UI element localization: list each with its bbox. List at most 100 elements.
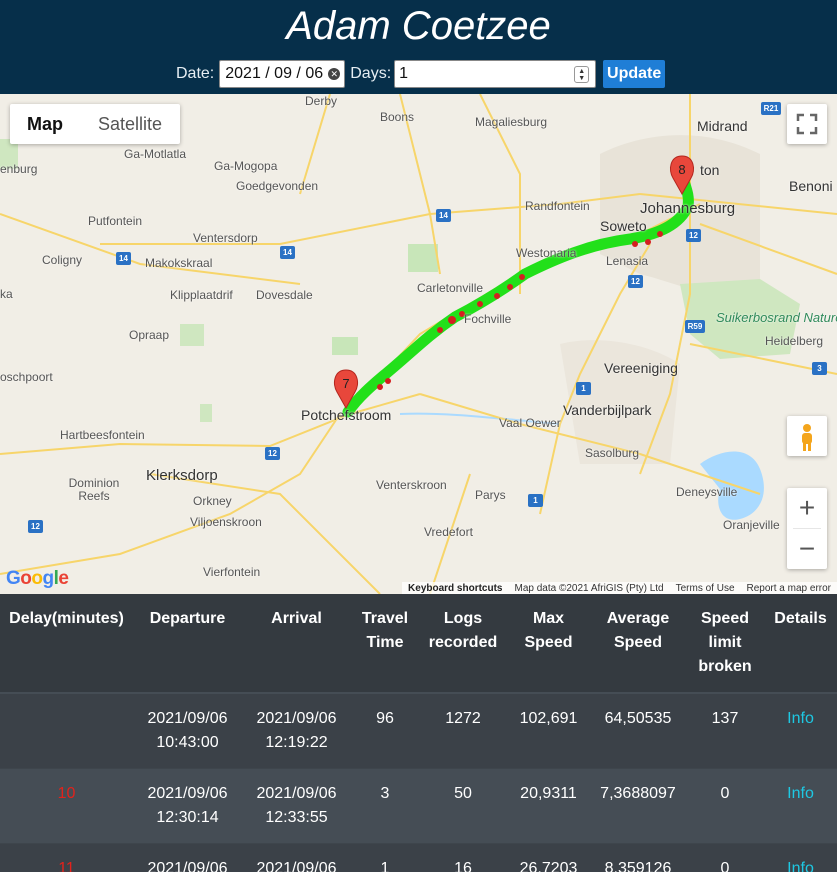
info-link[interactable]: Info [764,768,837,844]
place-label: Ga-Motlatla [124,147,187,161]
place-label: Klipplaatdrif [170,288,233,302]
max-speed-cell: 26,7203 [507,843,590,872]
trips-table-container: Delay(minutes) Departure Arrival Travel … [0,594,837,872]
date-value: 2021 / 09 / 06 [225,65,324,82]
map-attribution: Keyboard shortcuts Map data ©2021 AfriGI… [402,582,837,594]
date-input[interactable]: 2021 / 09 / 06 ✕ [219,60,346,88]
terms-link[interactable]: Terms of Use [670,583,741,594]
col-delay: Delay(minutes) [0,594,133,694]
page-title: Adam Coetzee [286,4,551,48]
logs-cell: 50 [419,768,507,844]
update-button[interactable]: Update [603,60,666,88]
average-speed-cell: 8,359126 [590,843,686,872]
place-label: Potchefstroom [301,407,392,423]
place-label: Dovesdale [256,288,313,302]
departure-cell: 2021/09/06 [133,843,242,872]
place-label: Midrand [697,118,748,134]
map-data-text: Map data ©2021 AfriGIS (Pty) Ltd [514,582,664,594]
road-shield: 1 [576,382,591,395]
place-label: Vereeniging [604,360,678,376]
info-link[interactable]: Info [764,843,837,872]
col-details: Details [764,594,837,694]
place-label: oschpoort [0,370,53,384]
place-label: Oranjeville [723,518,780,532]
col-average-speed: Average Speed [590,594,686,694]
road-shield: 14 [116,252,131,265]
park-area [332,337,358,355]
route-map[interactable]: 7 8 Derby Boons Magaliesburg Midrand Ga-… [0,94,837,594]
road-shield: 14 [280,246,295,259]
info-link[interactable]: Info [764,692,837,769]
place-label: ka [0,287,13,301]
place-label: Soweto [600,218,647,234]
speed-broken-cell: 0 [686,768,764,844]
place-label: Viljoenskroon [190,515,262,529]
place-label: Randfontein [525,199,590,213]
delay-cell: 11 [0,843,133,872]
place-label: Benoni [789,178,833,194]
place-label: Opraap [129,328,170,342]
place-label: Klerksdorp [146,467,218,484]
clear-date-icon[interactable]: ✕ [328,68,341,80]
col-arrival: Arrival [242,594,351,694]
travel-time-cell: 1 [351,843,419,872]
place-label: Vaal Oewer [499,416,561,430]
fullscreen-icon [796,113,818,135]
table-row: 10 2021/09/06 12:30:14 2021/09/06 12:33:55… [0,768,837,844]
place-label: enburg [0,162,38,176]
report-error-link[interactable]: Report a map error [741,583,837,594]
place-label: Ventersdorp [193,231,258,245]
place-label: Vredefort [424,525,473,539]
days-value: 1 [399,65,409,82]
zoom-out-button[interactable]: − [787,529,827,569]
road-shield: R21 [761,102,781,115]
filter-controls: Date: 2021 / 09 / 06 ✕ Days: 1 ▲ ▼ Update [176,60,666,88]
place-label: Coligny [42,253,83,267]
place-label: Sasolburg [585,446,640,460]
table-row: 11 2021/09/06 2021/09/06 1 16 26,7203 8,… [0,843,837,872]
date-label: Date: [176,65,215,82]
place-label: Makokskraal [145,256,213,270]
road-shield: 12 [265,447,280,460]
zoom-in-button[interactable]: + [787,488,827,528]
arrival-cell: 2021/09/06 12:33:55 [242,768,351,844]
average-speed-cell: 64,50535 [590,692,686,769]
travel-time-cell: 96 [351,692,419,769]
svg-text:7: 7 [342,376,349,391]
fullscreen-button[interactable] [787,104,827,144]
place-label: Vierfontein [203,565,261,579]
speed-broken-cell: 0 [686,843,764,872]
park-area [180,324,204,346]
col-speed-limit-broken: Speed limit broken [686,594,764,694]
keyboard-shortcuts-link[interactable]: Keyboard shortcuts [402,583,508,594]
place-label: Derby [305,94,338,108]
park-area [200,404,212,422]
street-view-button[interactable] [787,416,827,456]
map-type-control: Map Satellite [10,104,180,144]
logs-cell: 1272 [419,692,507,769]
number-spinner-icon[interactable]: ▲ ▼ [574,66,590,83]
park-area [408,244,438,272]
google-logo[interactable]: Google [6,568,69,590]
map-view-button[interactable]: Map [10,104,80,144]
trips-table: Delay(minutes) Departure Arrival Travel … [0,594,837,872]
place-label: Magaliesburg [475,115,548,129]
days-input[interactable]: 1 ▲ ▼ [394,60,597,88]
place-label: Boons [380,110,415,124]
col-departure: Departure [133,594,242,694]
place-label: Orkney [193,494,232,508]
col-max-speed: Max Speed [507,594,590,694]
place-label: Westonaria [516,246,577,260]
satellite-view-button[interactable]: Satellite [80,104,180,144]
average-speed-cell: 7,3688097 [590,768,686,844]
place-label: Hartbeesfontein [60,428,145,442]
place-label: Venterskroon [376,478,447,492]
place-label: Lenasia [606,254,649,268]
days-label: Days: [350,65,392,82]
travel-time-cell: 3 [351,768,419,844]
pegman-icon [802,424,812,451]
road-shield: 12 [28,520,43,533]
place-label: Johannesburg [640,200,736,217]
road-shield: 1 [528,494,543,507]
place-label: Putfontein [88,214,143,228]
